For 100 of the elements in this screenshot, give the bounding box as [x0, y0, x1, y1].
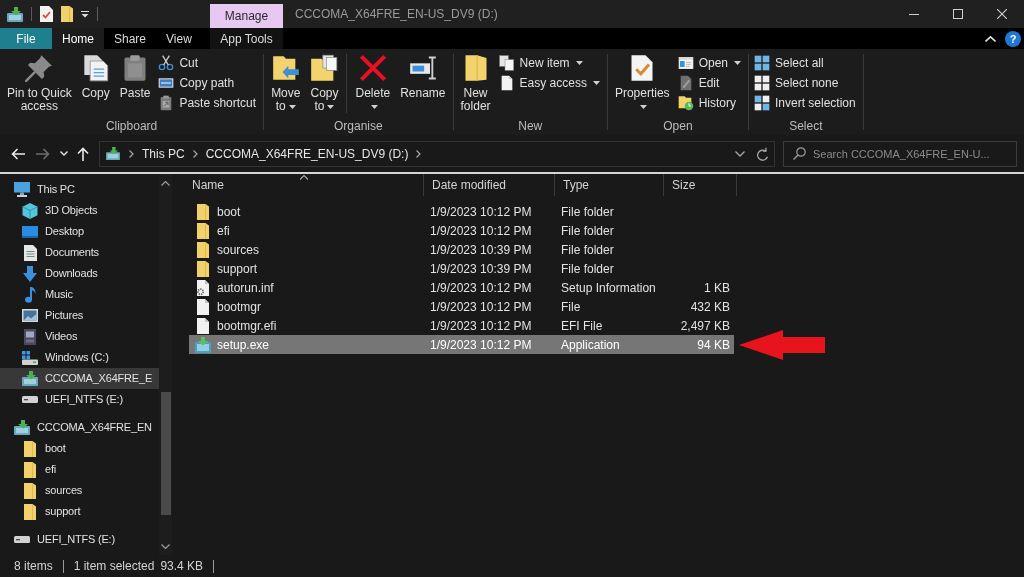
file-name: efi: [217, 222, 230, 240]
folder-documents-icon: [310, 54, 339, 82]
caret-icon: [370, 104, 378, 109]
documents-icon: [81, 54, 110, 82]
column-header[interactable]: Name: [184, 174, 424, 196]
scroll-down-icon: [161, 544, 170, 549]
sidebar-item[interactable]: Desktop: [0, 221, 159, 242]
file-row[interactable]: setup.exe 1/9/2023 10:12 PM Application 94 KB: [189, 335, 734, 354]
sidebar-item[interactable]: support: [0, 501, 159, 522]
media-drive-icon[interactable]: [7, 6, 23, 22]
selection-size: 93.4 KB: [160, 558, 204, 575]
document-check-icon[interactable]: [40, 6, 53, 22]
drive-icon: [14, 536, 30, 543]
easy-access-button[interactable]: Easy access: [496, 73, 604, 93]
date-modified: 1/9/2023 10:12 PM: [430, 299, 532, 314]
file-size: 432 KB: [690, 298, 730, 316]
breadcrumb-item[interactable]: CCCOMA_X64FRE_EN-US_DV9 (D:): [203, 142, 411, 165]
sidebar-item[interactable]: Videos: [0, 326, 159, 347]
sidebar-item[interactable]: CCCOMA_X64FRE_EN: [0, 417, 159, 438]
sidebar-item[interactable]: CCCOMA_X64FRE_E: [0, 368, 159, 389]
sidebar-item[interactable]: This PC: [0, 179, 159, 200]
maximize-icon: [953, 9, 963, 19]
file-row[interactable]: support 1/9/2023 10:39 PM File folder: [189, 259, 734, 278]
sidebar-item[interactable]: Pictures: [0, 305, 159, 326]
file-type: File folder: [561, 223, 614, 238]
music-note-icon: [24, 286, 36, 303]
file-row[interactable]: bootmgr.efi 1/9/2023 10:12 PM EFI File 2,497 KB: [189, 316, 734, 335]
group-label: Organise: [332, 118, 384, 135]
chevron-up-icon: [984, 35, 996, 42]
caret-icon: [592, 81, 600, 85]
column-header[interactable]: Type: [555, 174, 664, 196]
rename-button[interactable]: Rename: [396, 52, 450, 101]
sidebar-item[interactable]: Downloads: [0, 263, 159, 284]
search-field[interactable]: Search CCCOMA_X64FRE_EN-U...: [783, 140, 1017, 167]
ribbon-tab[interactable]: App Tools: [210, 28, 283, 49]
file-row[interactable]: bootmgr 1/9/2023 10:12 PM File 432 KB: [189, 297, 734, 316]
column-header[interactable]: Date modified: [424, 174, 555, 196]
file-type: Application: [561, 337, 620, 352]
copy-to-button[interactable]: Copy to: [306, 52, 343, 114]
dropdown-caret-icon[interactable]: [81, 10, 89, 18]
history-button[interactable]: History: [675, 93, 745, 113]
installer-icon: [195, 336, 211, 353]
film-icon: [24, 328, 36, 345]
file-type: File: [561, 299, 581, 314]
sidebar-item[interactable]: efi: [0, 459, 159, 480]
edit-button[interactable]: Edit: [675, 73, 745, 93]
cut-button[interactable]: Cut: [156, 53, 261, 73]
sidebar-item[interactable]: UEFI_NTFS (E:): [0, 529, 159, 550]
system-drive-icon: [22, 350, 38, 365]
sidebar-item[interactable]: 3D Objects: [0, 200, 159, 221]
new-folder-button[interactable]: New folder: [456, 52, 495, 114]
date-modified: 1/9/2023 10:39 PM: [430, 242, 532, 257]
scrollbar-thumb[interactable]: [160, 392, 171, 515]
ribbon-tab[interactable]: Home: [52, 28, 104, 49]
sidebar-item[interactable]: boot: [0, 438, 159, 459]
move-to-button[interactable]: Move to: [267, 52, 305, 114]
folder-icon: [197, 222, 209, 239]
copy-path-button[interactable]: Copy path: [156, 73, 261, 93]
file-type: File folder: [561, 242, 614, 257]
file-row[interactable]: sources 1/9/2023 10:39 PM File folder: [189, 240, 734, 259]
file-row[interactable]: autorun.inf 1/9/2023 10:12 PM Setup Information 1 KB: [189, 278, 734, 297]
open-button[interactable]: Open: [675, 53, 745, 73]
new-item-button[interactable]: New item: [496, 53, 604, 73]
folder-icon[interactable]: [61, 6, 73, 22]
address-bar[interactable]: This PC CCCOMA_X64FRE_EN-US_DV9 (D:): [99, 140, 775, 167]
media-drive-icon: [106, 147, 120, 160]
media-drive-icon: [22, 371, 38, 386]
select-none-button[interactable]: Select none: [752, 73, 860, 93]
chevron-down-icon: [735, 150, 745, 157]
help-button[interactable]: ?: [1005, 30, 1021, 47]
sidebar-item[interactable]: UEFI_NTFS (E:): [0, 389, 159, 410]
chevron-right-icon: [416, 149, 422, 158]
delete-button[interactable]: Delete: [351, 52, 395, 114]
paste-button[interactable]: Paste: [115, 52, 155, 101]
file-row[interactable]: boot 1/9/2023 10:12 PM File folder: [189, 202, 734, 221]
caret-icon: [640, 104, 648, 109]
file-tab[interactable]: File: [0, 28, 52, 49]
media-drive-icon: [14, 420, 30, 435]
pin-button[interactable]: Pin to Quick access: [3, 52, 76, 114]
column-header[interactable]: Size: [664, 174, 737, 196]
breadcrumb-item[interactable]: This PC: [140, 142, 187, 165]
folder-icon: [24, 440, 36, 457]
computer-icon: [14, 182, 30, 197]
file-row[interactable]: efi 1/9/2023 10:12 PM File folder: [189, 221, 734, 240]
sidebar-item[interactable]: Music: [0, 284, 159, 305]
chevron-down-icon: [60, 151, 68, 156]
sidebar-item[interactable]: sources: [0, 480, 159, 501]
properties-button[interactable]: Properties: [610, 52, 674, 114]
path-bar-icon: [158, 75, 175, 91]
sidebar-item[interactable]: Windows (C:): [0, 347, 159, 368]
file-name: bootmgr.efi: [217, 317, 277, 335]
paste-shortcut-button[interactable]: Paste shortcut: [156, 93, 261, 113]
invert-selection-button[interactable]: Invert selection: [752, 93, 860, 113]
file-type: File folder: [561, 261, 614, 276]
sidebar-item[interactable]: Documents: [0, 242, 159, 263]
file-name: autorun.inf: [217, 279, 274, 297]
copy-button[interactable]: Copy: [77, 52, 114, 101]
folder-arrow-icon: [271, 54, 300, 82]
select-all-button[interactable]: Select all: [752, 53, 860, 73]
group-label: Clipboard: [104, 118, 159, 135]
